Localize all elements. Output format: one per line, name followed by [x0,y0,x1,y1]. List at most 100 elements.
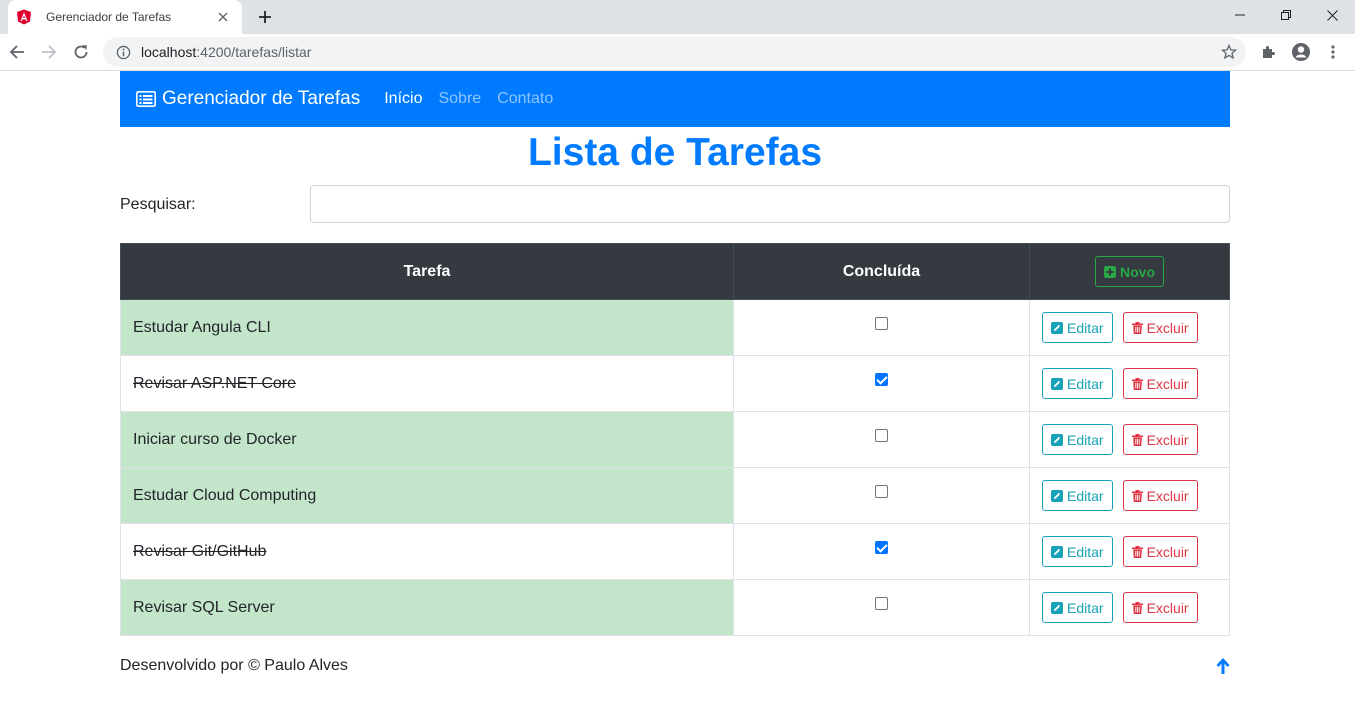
browser-tabstrip: Gerenciador de Tarefas [0,0,1355,34]
brand-text: Gerenciador de Tarefas [162,88,361,109]
header-tarefa: Tarefa [120,243,734,300]
forward-arrow-icon[interactable] [37,40,61,64]
actions-cell: Editar Excluir [1029,411,1230,468]
info-icon[interactable] [115,44,131,60]
edit-button[interactable]: Editar [1042,424,1113,455]
plus-square-icon [1104,265,1116,278]
delete-label: Excluir [1146,431,1189,448]
table-row: Revisar ASP.NET Core Editar Excluir [120,355,1230,412]
edit-label: Editar [1067,375,1104,392]
actions-cell: Editar Excluir [1029,467,1230,524]
task-name: Estudar Angula CLI [133,318,271,336]
delete-label: Excluir [1146,543,1189,560]
angular-icon [16,9,32,25]
actions-cell: Editar Excluir [1029,523,1230,580]
trash-icon [1131,433,1143,446]
navbar-brand[interactable]: Gerenciador de Tarefas [136,88,360,110]
edit-button[interactable]: Editar [1042,480,1113,511]
done-checkbox[interactable] [875,372,888,386]
task-name-cell: Estudar Angula CLI [120,299,734,356]
browser-tab[interactable]: Gerenciador de Tarefas [8,0,242,34]
done-checkbox[interactable] [875,484,888,498]
new-tab-icon[interactable] [254,6,276,28]
done-cell [733,523,1030,580]
minimize-icon[interactable] [1217,0,1263,30]
profile-icon[interactable] [1289,40,1313,64]
delete-label: Excluir [1146,487,1189,504]
trash-icon [1131,377,1143,390]
done-checkbox[interactable] [875,596,888,610]
url-host: localhost [141,44,197,60]
actions-cell: Editar Excluir [1029,579,1230,636]
trash-icon [1131,321,1143,334]
table-row: Estudar Angula CLI Editar Excluir [120,299,1230,356]
edit-label: Editar [1067,599,1104,616]
address-bar[interactable]: localhost:4200/tarefas/listar [103,37,1246,67]
extensions-icon[interactable] [1257,40,1281,64]
task-name: Revisar Git/GitHub [133,542,267,560]
tasks-table: Tarefa Concluída Novo Estudar Angula CLI… [120,243,1230,636]
delete-button[interactable]: Excluir [1122,424,1198,455]
done-cell [733,299,1030,356]
window-close-icon[interactable] [1309,0,1355,30]
table-row: Revisar SQL Server Editar Excluir [120,579,1230,636]
restore-icon[interactable] [1263,0,1309,30]
url-path: :4200/tarefas/listar [196,44,312,60]
reload-icon[interactable] [69,40,93,64]
done-cell [733,467,1030,524]
back-arrow-icon[interactable] [5,40,29,64]
delete-button[interactable]: Excluir [1122,312,1198,343]
menu-dots-icon[interactable] [1321,40,1345,64]
nav-link-contato[interactable]: Contato [497,90,553,108]
task-name: Revisar ASP.NET Core [133,374,297,392]
tasks-table-body: Estudar Angula CLI Editar Excluir Revisar A… [120,299,1230,636]
table-header-row: Tarefa Concluída Novo [120,243,1230,300]
delete-label: Excluir [1146,599,1189,616]
task-name-cell: Revisar Git/GitHub [120,523,734,580]
nav-link-sobre[interactable]: Sobre [438,90,481,108]
page-title: Lista de Tarefas [527,131,823,174]
delete-label: Excluir [1146,319,1189,336]
table-row: Estudar Cloud Computing Editar Excluir [120,467,1230,524]
pencil-square-icon [1051,601,1063,614]
pencil-square-icon [1051,489,1063,502]
new-task-button[interactable]: Novo [1095,256,1164,287]
done-checkbox[interactable] [875,540,888,554]
pencil-square-icon [1051,433,1063,446]
list-icon [136,91,156,107]
pencil-square-icon [1051,321,1063,334]
edit-button[interactable]: Editar [1042,592,1113,623]
done-checkbox[interactable] [875,316,888,330]
delete-button[interactable]: Excluir [1122,592,1198,623]
delete-button[interactable]: Excluir [1122,536,1198,567]
edit-label: Editar [1067,487,1104,504]
pencil-square-icon [1051,377,1063,390]
arrow-up-icon[interactable] [1215,657,1231,675]
done-cell [733,579,1030,636]
browser-toolbar: localhost:4200/tarefas/listar [0,34,1355,71]
edit-button[interactable]: Editar [1042,368,1113,399]
edit-button[interactable]: Editar [1042,312,1113,343]
task-name-cell: Estudar Cloud Computing [120,467,734,524]
edit-button[interactable]: Editar [1042,536,1113,567]
edit-label: Editar [1067,319,1104,336]
nav-link-inicio[interactable]: Início [384,90,422,108]
done-checkbox[interactable] [875,428,888,442]
header-concluida: Concluída [733,243,1030,300]
search-input[interactable] [310,185,1230,223]
actions-cell: Editar Excluir [1029,355,1230,412]
trash-icon [1131,545,1143,558]
app-navbar: Gerenciador de Tarefas Início Sobre Cont… [120,71,1230,127]
delete-button[interactable]: Excluir [1122,368,1198,399]
done-cell [733,411,1030,468]
edit-label: Editar [1067,543,1104,560]
task-name-cell: Iniciar curso de Docker [120,411,734,468]
delete-label: Excluir [1146,375,1189,392]
footer-text: Desenvolvido por © Paulo Alves [120,657,348,674]
actions-cell: Editar Excluir [1029,299,1230,356]
close-icon[interactable] [214,8,232,26]
star-icon[interactable] [1220,43,1238,61]
delete-button[interactable]: Excluir [1122,480,1198,511]
table-row: Revisar Git/GitHub Editar Excluir [120,523,1230,580]
task-name: Revisar SQL Server [133,598,275,616]
